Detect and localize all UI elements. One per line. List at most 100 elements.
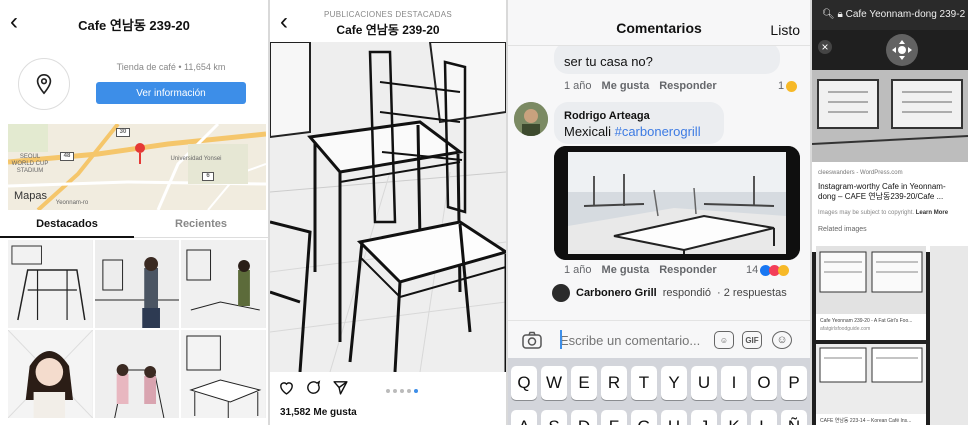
back-chevron-icon[interactable]: ‹ bbox=[10, 10, 18, 34]
carousel-dot bbox=[386, 389, 390, 393]
maps-logo: Mapas bbox=[14, 190, 47, 202]
comment-composer: ☺ GIF ☺ bbox=[508, 320, 810, 356]
grid-photo[interactable] bbox=[94, 330, 180, 418]
photo-grid bbox=[8, 240, 266, 425]
key[interactable]: R bbox=[601, 366, 627, 400]
grid-photo[interactable] bbox=[8, 240, 93, 328]
header: Comentarios Listo bbox=[508, 0, 810, 46]
maps-brand-text: Mapas bbox=[14, 190, 48, 202]
route-marker: 6 bbox=[202, 172, 214, 181]
comment-text: ser tu casa no? bbox=[564, 54, 653, 69]
like-link[interactable]: Me gusta bbox=[602, 80, 650, 92]
map-label-stadium: SEOUL WORLD CUP STADIUM bbox=[11, 154, 49, 174]
related-image[interactable]: CAFE 연남동 223-14 – Korean Café Ins... bbox=[816, 344, 926, 425]
page-title: Cafe 연남동 239-20 bbox=[78, 17, 190, 33]
done-button[interactable]: Listo bbox=[770, 22, 800, 38]
map-preview[interactable]: SEOUL WORLD CUP STADIUM Universidad Yons… bbox=[8, 124, 266, 210]
key[interactable]: O bbox=[751, 366, 777, 400]
reply-link[interactable]: Responder bbox=[659, 264, 716, 276]
replies-summary[interactable]: Carbonero Grill respondió · 2 respuestas bbox=[552, 284, 787, 302]
camera-icon[interactable] bbox=[522, 331, 542, 354]
grid-photo[interactable] bbox=[181, 330, 266, 418]
key[interactable]: G bbox=[631, 410, 657, 425]
reaction-count: 14 bbox=[746, 264, 759, 276]
gif-button[interactable]: GIF bbox=[742, 331, 762, 349]
reaction-summary[interactable]: 14 bbox=[746, 264, 790, 276]
location-pin-icon bbox=[18, 58, 70, 110]
image-source[interactable]: cleeswanders - WordPress.com bbox=[818, 170, 962, 176]
page-supertitle: PUBLICACIONES DESTACADAS bbox=[324, 10, 452, 19]
related-caption: CAFE 연남동 223-14 – Korean Café Ins... bbox=[820, 418, 912, 424]
comment-image[interactable] bbox=[554, 146, 800, 260]
image-search-panel: 🔍︎ 🔒︎ Cafe Yeonnam-dong 239-2 × cleeswan… bbox=[812, 0, 968, 425]
grid-photo[interactable] bbox=[181, 240, 266, 328]
image-info-card: cleeswanders - WordPress.com Instagram-w… bbox=[812, 162, 968, 252]
key[interactable]: A bbox=[511, 410, 537, 425]
key[interactable]: I bbox=[721, 366, 747, 400]
key[interactable]: P bbox=[781, 366, 807, 400]
laugh-emoji-icon bbox=[778, 264, 790, 276]
carousel-dot bbox=[400, 389, 404, 393]
comment-time: 1 año bbox=[564, 264, 592, 276]
learn-more-link[interactable]: Learn More bbox=[916, 210, 948, 216]
key[interactable]: Y bbox=[661, 366, 687, 400]
header: ‹ PUBLICACIONES DESTACADAS Cafe 연남동 239-… bbox=[270, 0, 506, 42]
key[interactable]: W bbox=[541, 366, 567, 400]
key[interactable]: E bbox=[571, 366, 597, 400]
hashtag-link[interactable]: #carbonerogrill bbox=[615, 124, 701, 139]
key[interactable]: K bbox=[721, 410, 747, 425]
page-title: Comentarios bbox=[616, 20, 702, 36]
see-info-button[interactable]: Ver información bbox=[96, 82, 246, 104]
key[interactable]: S bbox=[541, 410, 567, 425]
share-icon[interactable] bbox=[332, 379, 349, 401]
carousel-dot bbox=[407, 389, 411, 393]
reaction-count: 1 bbox=[778, 80, 785, 92]
reaction-summary[interactable]: 1 bbox=[778, 80, 798, 92]
key[interactable]: U bbox=[691, 366, 717, 400]
heart-icon[interactable] bbox=[278, 379, 295, 401]
reply-count: · 2 respuestas bbox=[717, 287, 787, 299]
tab-recent[interactable]: Recientes bbox=[134, 212, 268, 238]
page-title: Cafe 연남동 239-20 bbox=[336, 23, 440, 37]
keyboard: Q W E R T Y U I O P A S D F G H J K L Ñ bbox=[508, 358, 810, 425]
reply-link[interactable]: Responder bbox=[659, 80, 716, 92]
lock-icon: 🔒︎ bbox=[837, 9, 843, 20]
grid-photo[interactable] bbox=[8, 330, 93, 418]
key[interactable]: Ñ bbox=[781, 410, 807, 425]
like-link[interactable]: Me gusta bbox=[602, 264, 650, 276]
key[interactable]: F bbox=[601, 410, 627, 425]
close-icon[interactable]: × bbox=[818, 40, 832, 54]
key[interactable]: H bbox=[661, 410, 687, 425]
map-label-university: Universidad Yonsei bbox=[170, 156, 222, 162]
map-label-road: Yeonnam-ro bbox=[55, 200, 89, 206]
related-image[interactable] bbox=[930, 246, 968, 425]
preview-image[interactable] bbox=[812, 70, 968, 162]
image-title[interactable]: Instagram-worthy Cafe in Yeonnam-dong – … bbox=[818, 182, 962, 202]
address-bar[interactable]: 🔍︎ 🔒︎ Cafe Yeonnam-dong 239-2 bbox=[812, 0, 968, 30]
comments-panel: ser tu casa no? 1 año Me gusta Responder 1… bbox=[508, 0, 810, 425]
comment-meta: 1 año Me gusta Responder bbox=[564, 80, 727, 92]
emoji-icon[interactable]: ☺ bbox=[772, 331, 792, 349]
reply-author: Carbonero Grill bbox=[576, 287, 657, 299]
key[interactable]: Q bbox=[511, 366, 537, 400]
avatar[interactable] bbox=[514, 102, 548, 136]
comment-icon[interactable] bbox=[305, 379, 322, 401]
key[interactable]: J bbox=[691, 410, 717, 425]
laugh-emoji-icon bbox=[786, 80, 798, 92]
comment-author[interactable]: Rodrigo Arteaga bbox=[564, 110, 650, 122]
grid-photo[interactable] bbox=[94, 240, 180, 328]
sticker-icon[interactable]: ☺ bbox=[714, 331, 734, 349]
key[interactable]: D bbox=[571, 410, 597, 425]
comment-text-body: Mexicali bbox=[564, 124, 611, 139]
related-image[interactable]: Cafe Yeonnam 239-20 - A Fat Girl's Foo..… bbox=[816, 246, 926, 340]
post-photo[interactable] bbox=[270, 42, 506, 372]
pan-control-icon[interactable] bbox=[886, 34, 918, 66]
tab-bar: Destacados Recientes bbox=[0, 212, 268, 238]
likes-count[interactable]: 31,582 Me gusta bbox=[280, 407, 357, 418]
tab-featured[interactable]: Destacados bbox=[0, 212, 134, 238]
place-category-distance: Tienda de café • 11,654 km bbox=[116, 62, 226, 72]
key[interactable]: L bbox=[751, 410, 777, 425]
key[interactable]: T bbox=[631, 366, 657, 400]
place-page-panel: ‹ Cafe 연남동 239-20 Tienda de café • 11,65… bbox=[0, 0, 268, 425]
route-marker: 48 bbox=[60, 152, 74, 161]
